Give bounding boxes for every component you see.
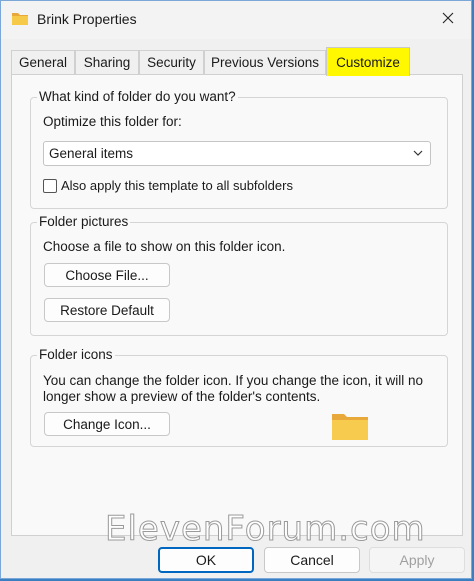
optimize-dropdown[interactable]: General items [43,141,431,166]
apply-subfolders-checkbox-row[interactable]: Also apply this template to all subfolde… [43,178,293,193]
customize-panel: What kind of folder do you want? Optimiz… [11,74,463,536]
folder-pictures-group: Folder pictures Choose a file to show on… [30,214,448,336]
close-icon [442,12,454,27]
close-button[interactable] [425,1,471,37]
optimize-label: Optimize this folder for: [43,114,182,129]
folder-icons-group: Folder icons You can change the folder i… [30,347,448,447]
tab-security[interactable]: Security [139,50,204,74]
apply-subfolders-checkbox[interactable] [43,178,57,193]
folder-kind-group-title: What kind of folder do you want? [37,89,238,104]
chevron-down-icon [412,147,424,159]
apply-button[interactable]: Apply [369,547,465,573]
tab-strip: General Sharing Security Previous Versio… [11,47,463,76]
ok-button[interactable]: OK [158,547,254,573]
folder-icons-group-title: Folder icons [37,347,115,362]
change-icon-button[interactable]: Change Icon... [44,412,170,436]
folder-pictures-description: Choose a file to show on this folder ico… [43,239,286,254]
title-bar: Brink Properties [1,1,471,39]
folder-icon [11,11,29,27]
folder-icons-description-line2: longer show a preview of the folder's co… [43,389,321,404]
properties-window: Brink Properties General Sharing Securit… [0,0,472,579]
watermark: ElevenForum.com [105,509,426,550]
window-title: Brink Properties [37,11,137,27]
tab-customize[interactable]: Customize [326,47,410,76]
tab-sharing[interactable]: Sharing [75,50,139,74]
cancel-button[interactable]: Cancel [264,547,360,573]
tab-previous-versions[interactable]: Previous Versions [204,50,326,74]
folder-icons-description-line1: You can change the folder icon. If you c… [43,373,424,388]
restore-default-button[interactable]: Restore Default [44,298,170,322]
folder-preview-icon [331,411,369,441]
apply-subfolders-label: Also apply this template to all subfolde… [61,178,293,193]
optimize-dropdown-value: General items [49,146,134,161]
folder-kind-group: What kind of folder do you want? Optimiz… [30,89,448,209]
tab-general[interactable]: General [11,50,75,74]
folder-pictures-group-title: Folder pictures [37,214,131,229]
choose-file-button[interactable]: Choose File... [44,263,170,287]
